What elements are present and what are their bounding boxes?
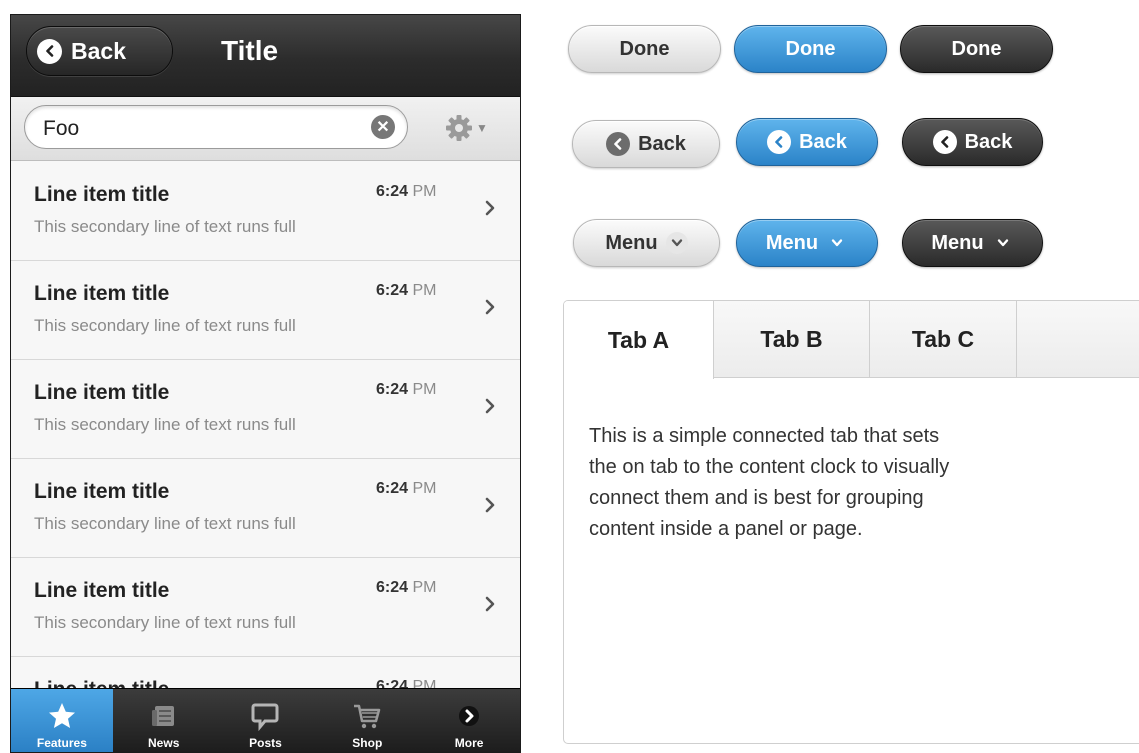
- chevron-right-icon: [485, 596, 495, 612]
- list-item[interactable]: Line item title This secondary line of t…: [11, 558, 520, 657]
- item-time-value: 6:24: [376, 282, 409, 299]
- done-button-blue[interactable]: Done: [734, 25, 887, 73]
- chevron-down-icon: [826, 232, 848, 254]
- star-icon: [47, 699, 77, 733]
- gear-icon: [446, 115, 472, 141]
- item-time-ampm: PM: [412, 183, 437, 200]
- item-list: Line item title This secondary line of t…: [11, 162, 520, 752]
- tab-more[interactable]: More: [418, 689, 520, 752]
- item-time-value: 6:24: [376, 480, 409, 497]
- back-button[interactable]: Back: [26, 26, 173, 76]
- item-time-value: 6:24: [376, 381, 409, 398]
- back-button-blue[interactable]: Back: [736, 118, 878, 166]
- back-arrow-icon: [37, 38, 62, 64]
- item-subtitle: This secondary line of text runs full: [34, 514, 296, 533]
- tab-shop[interactable]: Shop: [316, 689, 418, 752]
- item-time-value: 6:24: [376, 579, 409, 596]
- chevron-right-icon: [485, 200, 495, 216]
- list-item[interactable]: Line item title This secondary line of t…: [11, 360, 520, 459]
- search-bar: Foo ✕ ▼: [11, 97, 520, 161]
- back-button-label: Back: [71, 37, 126, 64]
- chevron-down-icon: [992, 232, 1014, 254]
- item-title: Line item title: [34, 480, 170, 503]
- nav-header: Back Title: [11, 15, 520, 97]
- back-button-label: Back: [964, 130, 1013, 153]
- back-button-label: Back: [799, 130, 847, 153]
- back-arrow-icon: [932, 130, 957, 154]
- item-subtitle: This secondary line of text runs full: [34, 217, 296, 236]
- item-time: 6:24 PM: [376, 480, 436, 498]
- list-item[interactable]: Line item title This secondary line of t…: [11, 261, 520, 360]
- menu-button-label: Menu: [931, 231, 984, 254]
- item-time-value: 6:24: [376, 183, 409, 200]
- item-time: 6:24 PM: [376, 282, 436, 300]
- menu-button-light[interactable]: Menu: [573, 219, 720, 267]
- page-title: Title: [221, 35, 279, 66]
- chevron-right-icon: [485, 299, 495, 315]
- done-button-light[interactable]: Done: [568, 25, 721, 73]
- tab-a[interactable]: Tab A: [564, 301, 714, 379]
- item-title: Line item title: [34, 183, 170, 206]
- phone-screen: Back Title Foo ✕ ▼ Line item title This …: [10, 14, 521, 753]
- tab-c[interactable]: Tab C: [870, 301, 1017, 378]
- menu-button-blue[interactable]: Menu: [736, 219, 878, 267]
- back-button-dark[interactable]: Back: [902, 118, 1043, 166]
- back-arrow-icon: [606, 132, 631, 156]
- item-time-ampm: PM: [412, 282, 437, 299]
- tab-label: Tab B: [760, 326, 823, 352]
- bottom-tab-bar: Features News Posts Shop More: [11, 688, 520, 752]
- newspaper-icon: [149, 699, 179, 733]
- chevron-right-icon: [485, 398, 495, 414]
- tab-features[interactable]: Features: [11, 689, 113, 752]
- menu-button-label: Menu: [605, 231, 658, 254]
- speech-bubble-icon: [250, 699, 280, 733]
- item-time-ampm: PM: [412, 579, 437, 596]
- back-arrow-icon: [767, 130, 792, 154]
- chevron-circle-icon: [454, 699, 484, 733]
- back-button-light[interactable]: Back: [572, 120, 720, 168]
- tab-content-text: This is a simple connected tab that sets…: [589, 425, 950, 540]
- item-time: 6:24 PM: [376, 381, 436, 399]
- tab-news[interactable]: News: [113, 689, 215, 752]
- item-subtitle: This secondary line of text runs full: [34, 613, 296, 632]
- item-time-ampm: PM: [412, 480, 437, 497]
- tab-label: Tab C: [911, 326, 975, 352]
- item-title: Line item title: [34, 282, 170, 305]
- tab-label: More: [454, 736, 484, 750]
- done-button-label: Done: [785, 37, 836, 60]
- tab-label: Tab A: [607, 326, 670, 353]
- caret-down-icon: ▼: [476, 121, 488, 135]
- done-button-label: Done: [951, 37, 1002, 60]
- tab-label: Features: [36, 736, 87, 750]
- back-button-label: Back: [638, 132, 686, 155]
- clear-icon[interactable]: ✕: [371, 115, 395, 139]
- tab-label: Posts: [249, 736, 282, 750]
- list-item[interactable]: Line item title This secondary line of t…: [11, 459, 520, 558]
- done-button-label: Done: [619, 37, 670, 60]
- item-title: Line item title: [34, 381, 170, 404]
- tab-label: Shop: [352, 736, 383, 750]
- item-subtitle: This secondary line of text runs full: [34, 316, 296, 335]
- settings-menu-button[interactable]: ▼: [444, 113, 488, 143]
- item-time-ampm: PM: [412, 381, 437, 398]
- list-item[interactable]: Line item title This secondary line of t…: [11, 162, 520, 261]
- search-input[interactable]: Foo ✕: [24, 105, 408, 149]
- cart-icon: [352, 699, 382, 733]
- menu-button-dark[interactable]: Menu: [902, 219, 1043, 267]
- item-subtitle: This secondary line of text runs full: [34, 415, 296, 434]
- tab-strip: Tab A Tab B Tab C: [564, 301, 1139, 379]
- item-time: 6:24 PM: [376, 579, 436, 597]
- chevron-down-icon: [665, 232, 688, 254]
- tab-posts[interactable]: Posts: [215, 689, 317, 752]
- menu-button-label: Menu: [765, 231, 819, 254]
- tab-b[interactable]: Tab B: [714, 301, 870, 378]
- connected-tabs-panel: Tab A Tab B Tab C This is a simple conne…: [563, 300, 1139, 744]
- search-input-value: Foo: [43, 117, 80, 140]
- item-title: Line item title: [34, 579, 170, 602]
- done-button-dark[interactable]: Done: [900, 25, 1053, 73]
- tab-label: News: [148, 736, 180, 750]
- item-time: 6:24 PM: [376, 183, 436, 201]
- chevron-right-icon: [485, 497, 495, 513]
